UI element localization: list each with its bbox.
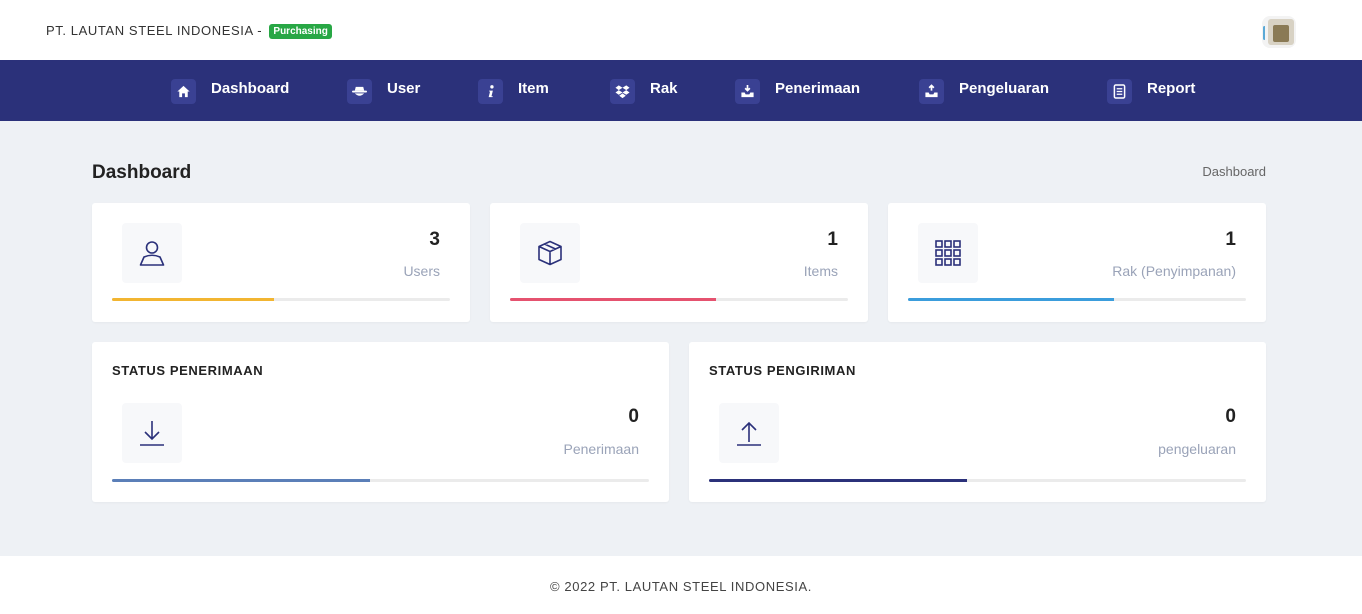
report-icon	[1107, 79, 1132, 104]
stat-progress-bar	[112, 298, 450, 301]
nav-label: Item	[518, 80, 549, 97]
nav-label: Penerimaan	[775, 80, 861, 97]
box-icon	[520, 223, 580, 283]
status-label: Penerimaan	[563, 441, 640, 457]
page-title: Dashboard	[92, 162, 192, 183]
section-title: STATUS PENERIMAAN	[112, 363, 264, 378]
home-icon	[171, 79, 196, 104]
nav-label: Pengeluaran	[959, 80, 1050, 97]
main-navbar: Dashboard User Item Rak Penerimaan Penge…	[0, 60, 1362, 121]
inbox-in-icon	[735, 79, 760, 104]
inbox-out-icon	[919, 79, 944, 104]
stat-progress-bar	[908, 298, 1246, 301]
nav-label: Rak	[650, 80, 678, 97]
download-icon	[122, 403, 182, 463]
progress-fill	[510, 298, 717, 301]
user-avatar[interactable]	[1262, 16, 1296, 48]
stat-label: Rak (Penyimpanan)	[1112, 263, 1236, 279]
stat-progress-bar	[510, 298, 848, 301]
status-card-pengiriman: STATUS PENGIRIMAN 0 pengeluaran	[689, 342, 1266, 502]
status-label: pengeluaran	[1158, 441, 1236, 457]
info-icon	[478, 79, 503, 104]
status-progress-bar	[112, 479, 649, 482]
stat-value: 1	[827, 229, 838, 250]
progress-fill	[709, 479, 967, 482]
status-progress-bar	[709, 479, 1246, 482]
progress-fill	[112, 298, 275, 301]
top-header: PT. LAUTAN STEEL INDONESIA - Purchasing	[0, 0, 1362, 60]
nav-label: User	[387, 80, 421, 97]
footer-copyright: © 2022 PT. LAUTAN STEEL INDONESIA.	[550, 579, 812, 594]
grid-icon	[918, 223, 978, 283]
nav-label: Dashboard	[211, 80, 290, 97]
role-badge: Purchasing	[269, 24, 332, 39]
stat-card-items: 1 Items	[490, 203, 868, 322]
stat-label: Items	[803, 263, 838, 279]
company-name: PT. LAUTAN STEEL INDONESIA -	[46, 23, 263, 38]
user-icon	[347, 79, 372, 104]
status-value: 0	[1225, 406, 1236, 427]
company-brand: PT. LAUTAN STEEL INDONESIA - Purchasing	[46, 23, 332, 39]
progress-fill	[908, 298, 1115, 301]
stat-value: 3	[429, 229, 440, 250]
status-card-penerimaan: STATUS PENERIMAAN 0 Penerimaan	[92, 342, 669, 502]
status-value: 0	[628, 406, 639, 427]
stat-card-users: 3 Users	[92, 203, 470, 322]
page-footer: © 2022 PT. LAUTAN STEEL INDONESIA.	[0, 556, 1362, 614]
dropbox-icon	[610, 79, 635, 104]
stat-label: Users	[403, 263, 440, 279]
upload-icon	[719, 403, 779, 463]
breadcrumb[interactable]: Dashboard	[1202, 164, 1266, 179]
progress-fill	[112, 479, 370, 482]
nav-label: Report	[1147, 80, 1196, 97]
stat-card-rak: 1 Rak (Penyimpanan)	[888, 203, 1266, 322]
section-title: STATUS PENGIRIMAN	[709, 363, 856, 378]
stat-value: 1	[1225, 229, 1236, 250]
user-outline-icon	[122, 223, 182, 283]
